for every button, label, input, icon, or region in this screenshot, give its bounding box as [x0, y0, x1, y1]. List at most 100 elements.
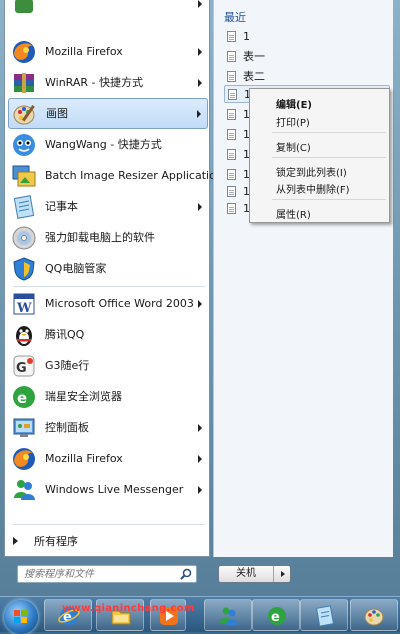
- uninstall-disc-icon: [11, 225, 37, 251]
- windows-logo-icon: [14, 610, 27, 623]
- search-icon[interactable]: [180, 568, 192, 580]
- submenu-arrow-icon: [197, 109, 201, 118]
- program-item-winrar[interactable]: WinRAR - 快捷方式: [8, 67, 208, 98]
- context-item-properties[interactable]: 属性(R): [276, 206, 311, 221]
- control-panel-icon: [11, 415, 37, 441]
- submenu-arrow-icon: [198, 202, 202, 211]
- recent-item[interactable]: 表一: [227, 47, 265, 65]
- program-label: 强力卸载电脑上的软件: [45, 231, 155, 244]
- program-item-batch-image-resizer[interactable]: Batch Image Resizer Application: [8, 160, 223, 191]
- g3-icon: G: [11, 353, 37, 379]
- program-label: 记事本: [45, 200, 78, 213]
- paint-icon: [364, 608, 384, 626]
- program-label: G3随e行: [45, 359, 90, 372]
- programs-divider: [13, 286, 205, 287]
- context-divider: [272, 132, 386, 133]
- taskbar-button-rising[interactable]: e: [252, 599, 300, 631]
- qq-guard-icon: [11, 256, 37, 282]
- recent-item[interactable]: 表二: [227, 67, 265, 85]
- program-item-live-messenger[interactable]: Windows Live Messenger: [8, 474, 208, 505]
- taskbar-button-paint[interactable]: [350, 599, 398, 631]
- program-item-firefox[interactable]: Mozilla Firefox: [8, 36, 208, 67]
- rising-browser-icon: e: [11, 384, 37, 410]
- context-item-remove[interactable]: 从列表中删除(F): [276, 181, 350, 196]
- firefox-icon: [11, 39, 37, 65]
- context-item-print[interactable]: 打印(P): [276, 114, 310, 129]
- document-icon: [228, 88, 237, 100]
- context-item-edit[interactable]: 编辑(E): [276, 96, 312, 111]
- program-item-control-panel[interactable]: 控制面板: [8, 412, 208, 443]
- notepad-icon: [315, 605, 335, 627]
- recent-item[interactable]: 1: [227, 125, 250, 143]
- shutdown-label[interactable]: 关机: [219, 566, 274, 582]
- rising-browser-icon: e: [268, 607, 286, 625]
- context-item-copy[interactable]: 复制(C): [276, 139, 311, 154]
- program-item-rising-browser[interactable]: e 瑞星安全浏览器: [8, 381, 208, 412]
- submenu-arrow-icon: [198, 423, 202, 432]
- context-divider: [272, 199, 386, 200]
- document-icon: [227, 168, 236, 180]
- recent-item[interactable]: 1: [227, 199, 250, 217]
- shutdown-button[interactable]: 关机: [218, 565, 291, 583]
- program-item-firefox-2[interactable]: Mozilla Firefox: [8, 443, 208, 474]
- all-programs-label: 所有程序: [34, 535, 78, 548]
- program-item-g3[interactable]: G G3随e行: [8, 350, 208, 381]
- svg-text:e: e: [17, 389, 27, 407]
- submenu-arrow-icon: [198, 485, 202, 494]
- all-programs-divider: [13, 524, 205, 525]
- document-icon: [227, 108, 236, 120]
- submenu-arrow-icon: [198, 299, 202, 308]
- programs-pane: Mozilla Firefox WinRAR - 快捷方式 画图 WangWan…: [4, 0, 223, 557]
- document-icon: [227, 70, 236, 82]
- svg-text:W: W: [16, 301, 32, 316]
- recent-title: 最近: [224, 11, 246, 24]
- submenu-arrow-icon: [198, 78, 202, 87]
- context-item-pin[interactable]: 锁定到此列表(I): [276, 164, 347, 179]
- document-icon: [227, 185, 236, 197]
- notepad-icon: [11, 194, 37, 220]
- program-item-tencent-qq[interactable]: 腾讯QQ: [8, 319, 208, 350]
- taskbar-button-notepad[interactable]: [300, 599, 348, 631]
- recent-item-label: 表二: [243, 70, 265, 83]
- start-button[interactable]: [4, 600, 38, 634]
- program-item-wangwang[interactable]: WangWang - 快捷方式: [8, 129, 208, 160]
- recent-item-label: 1: [243, 29, 250, 43]
- svg-text:G: G: [16, 361, 27, 376]
- context-menu: 编辑(E) 打印(P) 复制(C) 锁定到此列表(I) 从列表中删除(F) 属性…: [249, 88, 390, 223]
- word-icon: W: [11, 291, 37, 317]
- svg-text:e: e: [271, 610, 280, 625]
- recent-item[interactable]: 1: [227, 182, 250, 200]
- program-item-uninstaller[interactable]: 强力卸载电脑上的软件: [8, 222, 208, 253]
- shutdown-options-arrow-icon[interactable]: [274, 566, 290, 582]
- all-programs-button[interactable]: 所有程序: [13, 533, 78, 549]
- submenu-arrow-icon: [198, 0, 202, 8]
- recent-item[interactable]: 1: [227, 145, 250, 163]
- wangwang-icon: [11, 132, 37, 158]
- program-item-word-2003[interactable]: W Microsoft Office Word 2003: [8, 288, 208, 319]
- qq-penguin-icon: [11, 322, 37, 348]
- document-icon: [227, 148, 236, 160]
- search-input[interactable]: [18, 566, 174, 582]
- winrar-icon: [11, 70, 37, 96]
- firefox-icon: [11, 446, 37, 472]
- program-item-paint[interactable]: 画图: [8, 98, 208, 129]
- submenu-arrow-icon: [198, 454, 202, 463]
- recent-item[interactable]: 1: [227, 105, 250, 123]
- submenu-arrow-icon: [198, 47, 202, 56]
- recent-item[interactable]: 1: [227, 165, 250, 183]
- program-label: WangWang - 快捷方式: [45, 138, 162, 151]
- search-box[interactable]: [17, 565, 197, 583]
- program-item-notepad[interactable]: 记事本: [8, 191, 208, 222]
- program-label: Microsoft Office Word 2003: [45, 297, 194, 310]
- program-label: Windows Live Messenger: [45, 483, 184, 496]
- document-icon: [227, 50, 236, 62]
- program-item-partial[interactable]: [8, 0, 208, 19]
- taskbar-button-messenger[interactable]: [204, 599, 252, 631]
- recent-item[interactable]: 1: [227, 27, 250, 45]
- expand-arrow-icon: [13, 537, 18, 545]
- program-label: 控制面板: [45, 421, 89, 434]
- paint-icon: [12, 101, 38, 127]
- context-divider: [272, 157, 386, 158]
- messenger-icon: [220, 607, 238, 625]
- program-item-qq-guard[interactable]: QQ电脑管家: [8, 253, 208, 284]
